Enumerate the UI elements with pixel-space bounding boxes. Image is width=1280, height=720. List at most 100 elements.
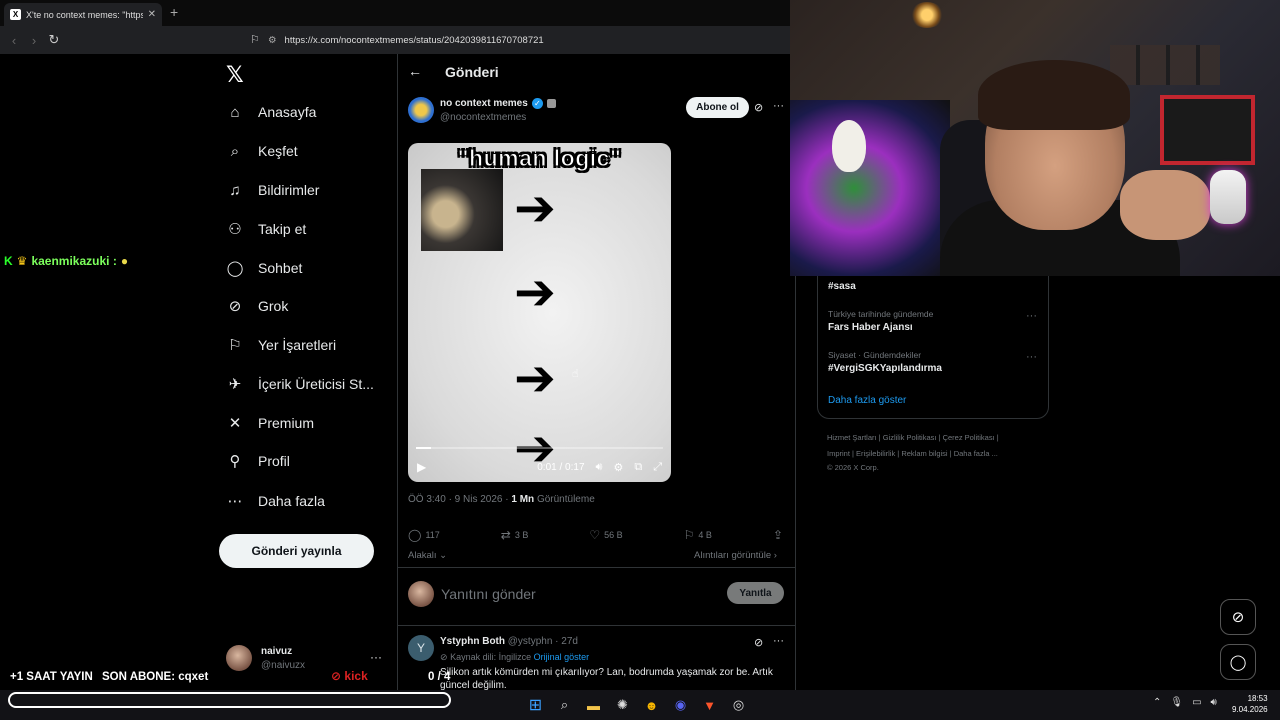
more-options-icon[interactable]: ··· [773, 100, 784, 112]
related-label: Alakalı [408, 550, 437, 561]
video-caption: "human logic" [457, 145, 622, 172]
video-controls: ▶ 0:01 / 0:17 🔊︎ ⚙ ⧉ ⤢ [408, 455, 671, 479]
reply-button[interactable]: Yanıtla [727, 582, 784, 604]
microphone-icon[interactable]: 🎙︎ [1170, 697, 1183, 708]
bookmark-action[interactable]: ⚐ 4 B [684, 528, 712, 542]
share-action[interactable]: ⇪ [773, 528, 783, 542]
nav-item-more-circle[interactable]: ⋯ Daha fazla [226, 487, 325, 515]
wall-lamp [910, 2, 944, 28]
fullscreen-icon[interactable]: ⤢ [653, 461, 662, 474]
volume-icon[interactable]: 🔊︎ [596, 461, 603, 474]
windows-start-icon[interactable]: ⊞ [526, 696, 545, 715]
post-timestamp[interactable]: ÖÖ 3:40 · 9 Nis 2026 · [408, 494, 511, 505]
nav-item-bell[interactable]: ♫ Bildirimler [226, 176, 319, 204]
nav-item-search[interactable]: ⌕ Keşfet [226, 137, 298, 165]
grok-icon[interactable]: ⊘ [754, 636, 763, 649]
repost-count: 3 B [514, 530, 529, 540]
play-icon[interactable]: ▶ [417, 460, 426, 474]
related-dropdown[interactable]: Alakalı ⌄ [408, 550, 447, 561]
browser-tab[interactable]: X X'te no context memes: "https:// ✕ [4, 3, 162, 26]
trend-name[interactable]: #VergiSGKYapılandırma [828, 363, 942, 374]
back-arrow-icon[interactable]: ← [408, 63, 422, 79]
nav-item-chat[interactable]: ◯ Sohbet [226, 254, 303, 282]
chatgpt-icon[interactable]: ✺ [613, 696, 632, 715]
obs-icon[interactable]: ◎ [729, 696, 748, 715]
commenter-name[interactable]: Ystyphn Both [440, 636, 505, 647]
repost-action[interactable]: ⇄ 3 B [501, 528, 529, 542]
nav-item-label: Profil [258, 453, 290, 469]
commenter-avatar[interactable]: Y [408, 635, 434, 661]
discord-icon[interactable]: ◉ [671, 696, 690, 715]
back-nav-icon[interactable]: ‹ [4, 33, 24, 48]
nav-item-label: Daha fazla [258, 493, 325, 509]
chat-icon: ◯ [226, 260, 244, 277]
background-monitor [1160, 95, 1255, 165]
bookmark-count: 4 B [698, 530, 712, 540]
account-name: naivuz [261, 646, 293, 657]
forward-nav-icon[interactable]: › [24, 33, 44, 48]
trend-name[interactable]: Fars Haber Ajansı [828, 322, 913, 333]
settings-icon[interactable]: ⚙ [613, 461, 623, 474]
show-original-link[interactable]: Orijinal göster [534, 652, 590, 662]
taskbar-clock[interactable]: 18:53 9.04.2026 [1232, 693, 1268, 715]
divider [398, 567, 795, 568]
post-actions: ◯ 117 ⇄ 3 B ♡ 56 B ⚐ 4 B ⇪ [408, 528, 783, 542]
trend-more-icon[interactable]: ··· [1026, 351, 1037, 363]
taskbar-apps: ⊞ ⌕ ▬ ✺ ☻ ◉ ▼ ◎ [526, 694, 748, 716]
nav-item-person[interactable]: ⚲ Profil [226, 447, 290, 475]
reply-action[interactable]: ◯ 117 [408, 528, 440, 542]
nav-item-rocket[interactable]: ✈ İçerik Üreticisi St... [226, 370, 374, 398]
nav-item-person-add[interactable]: ⚇ Takip et [226, 215, 306, 243]
account-more-icon[interactable]: ··· [370, 650, 382, 664]
nav-item-grok[interactable]: ⊘ Grok [226, 292, 289, 320]
video-time: 0:01 / 0:17 [537, 461, 585, 473]
bookmark-page-icon[interactable]: ⚐ [250, 33, 260, 46]
site-info-icon[interactable]: ⚙ [268, 35, 277, 46]
trend-name[interactable]: #sasa [828, 281, 856, 292]
author-name: no context memes [440, 98, 528, 109]
tab-close-icon[interactable]: ✕ [148, 9, 156, 20]
author-name-row[interactable]: no context memes ✓ [440, 98, 556, 109]
reply-input[interactable]: Yanıtını gönder [441, 586, 536, 602]
grok-fab-icon[interactable]: ⊘ [1220, 599, 1256, 635]
quotes-label: Alıntıları görüntüle [694, 550, 772, 561]
nav-item-label: Keşfet [258, 143, 298, 159]
video-progress-bar[interactable] [416, 447, 663, 449]
views-label: Görüntüleme [534, 494, 595, 505]
file-explorer-icon[interactable]: ▬ [584, 696, 603, 715]
address-bar[interactable]: ⚙ https://x.com/nocontextmemes/status/20… [268, 30, 783, 50]
post-button[interactable]: Gönderi yayınla [219, 534, 374, 568]
nav-item-label: Bildirimler [258, 182, 320, 198]
nav-item-x[interactable]: ✕ Premium [226, 409, 314, 437]
video-thumbnail-image [421, 169, 503, 251]
nav-item-label: Takip et [258, 221, 307, 237]
more-options-icon[interactable]: ··· [773, 635, 784, 647]
show-more-link[interactable]: Daha fazla göster [828, 395, 906, 406]
brave-browser-icon[interactable]: ▼ [700, 696, 719, 715]
reload-icon[interactable]: ↻ [44, 32, 64, 48]
tray-overflow-icon[interactable]: ⌃ [1153, 697, 1161, 708]
search-icon[interactable]: ⌕ [555, 696, 574, 715]
new-tab-icon[interactable]: + [170, 4, 178, 20]
comment-header: Ystyphn Both @ystyphn · 27d [440, 636, 578, 647]
app-icon[interactable]: ☻ [642, 696, 661, 715]
mouse-cursor-icon: ☝ [572, 368, 579, 380]
pip-icon[interactable]: ⧉ [634, 461, 642, 474]
video-player[interactable]: "human logic" ➔ ➔ ➔ ➔ ☝ ▶ 0:01 / 0:17 🔊︎… [408, 143, 671, 482]
source-language: Kaynak dili: İngilizce [450, 652, 532, 662]
messages-fab-icon[interactable]: ◯ [1220, 644, 1256, 680]
like-action[interactable]: ♡ 56 B [589, 528, 622, 542]
subscribe-button[interactable]: Abone ol [686, 97, 749, 118]
author-avatar[interactable] [408, 97, 434, 123]
arrow-icon: ➔ [514, 350, 556, 406]
nav-item-bookmark[interactable]: ⚐ Yer İşaretleri [226, 331, 336, 359]
nav-item-home[interactable]: ⌂ Anasayfa [226, 98, 316, 126]
volume-icon[interactable]: 🔊︎ [1211, 697, 1217, 708]
network-icon[interactable]: ▭ [1192, 697, 1201, 708]
x-logo-icon[interactable]: 𝕏 [226, 62, 244, 88]
account-avatar[interactable] [226, 645, 252, 671]
view-quotes-link[interactable]: Alıntıları görüntüle › [694, 550, 777, 561]
footer-links[interactable]: Hizmet Şartları | Gizlilik Politikası | … [827, 430, 1052, 446]
grok-icon[interactable]: ⊘ [754, 101, 763, 114]
trend-more-icon[interactable]: ··· [1026, 310, 1037, 322]
